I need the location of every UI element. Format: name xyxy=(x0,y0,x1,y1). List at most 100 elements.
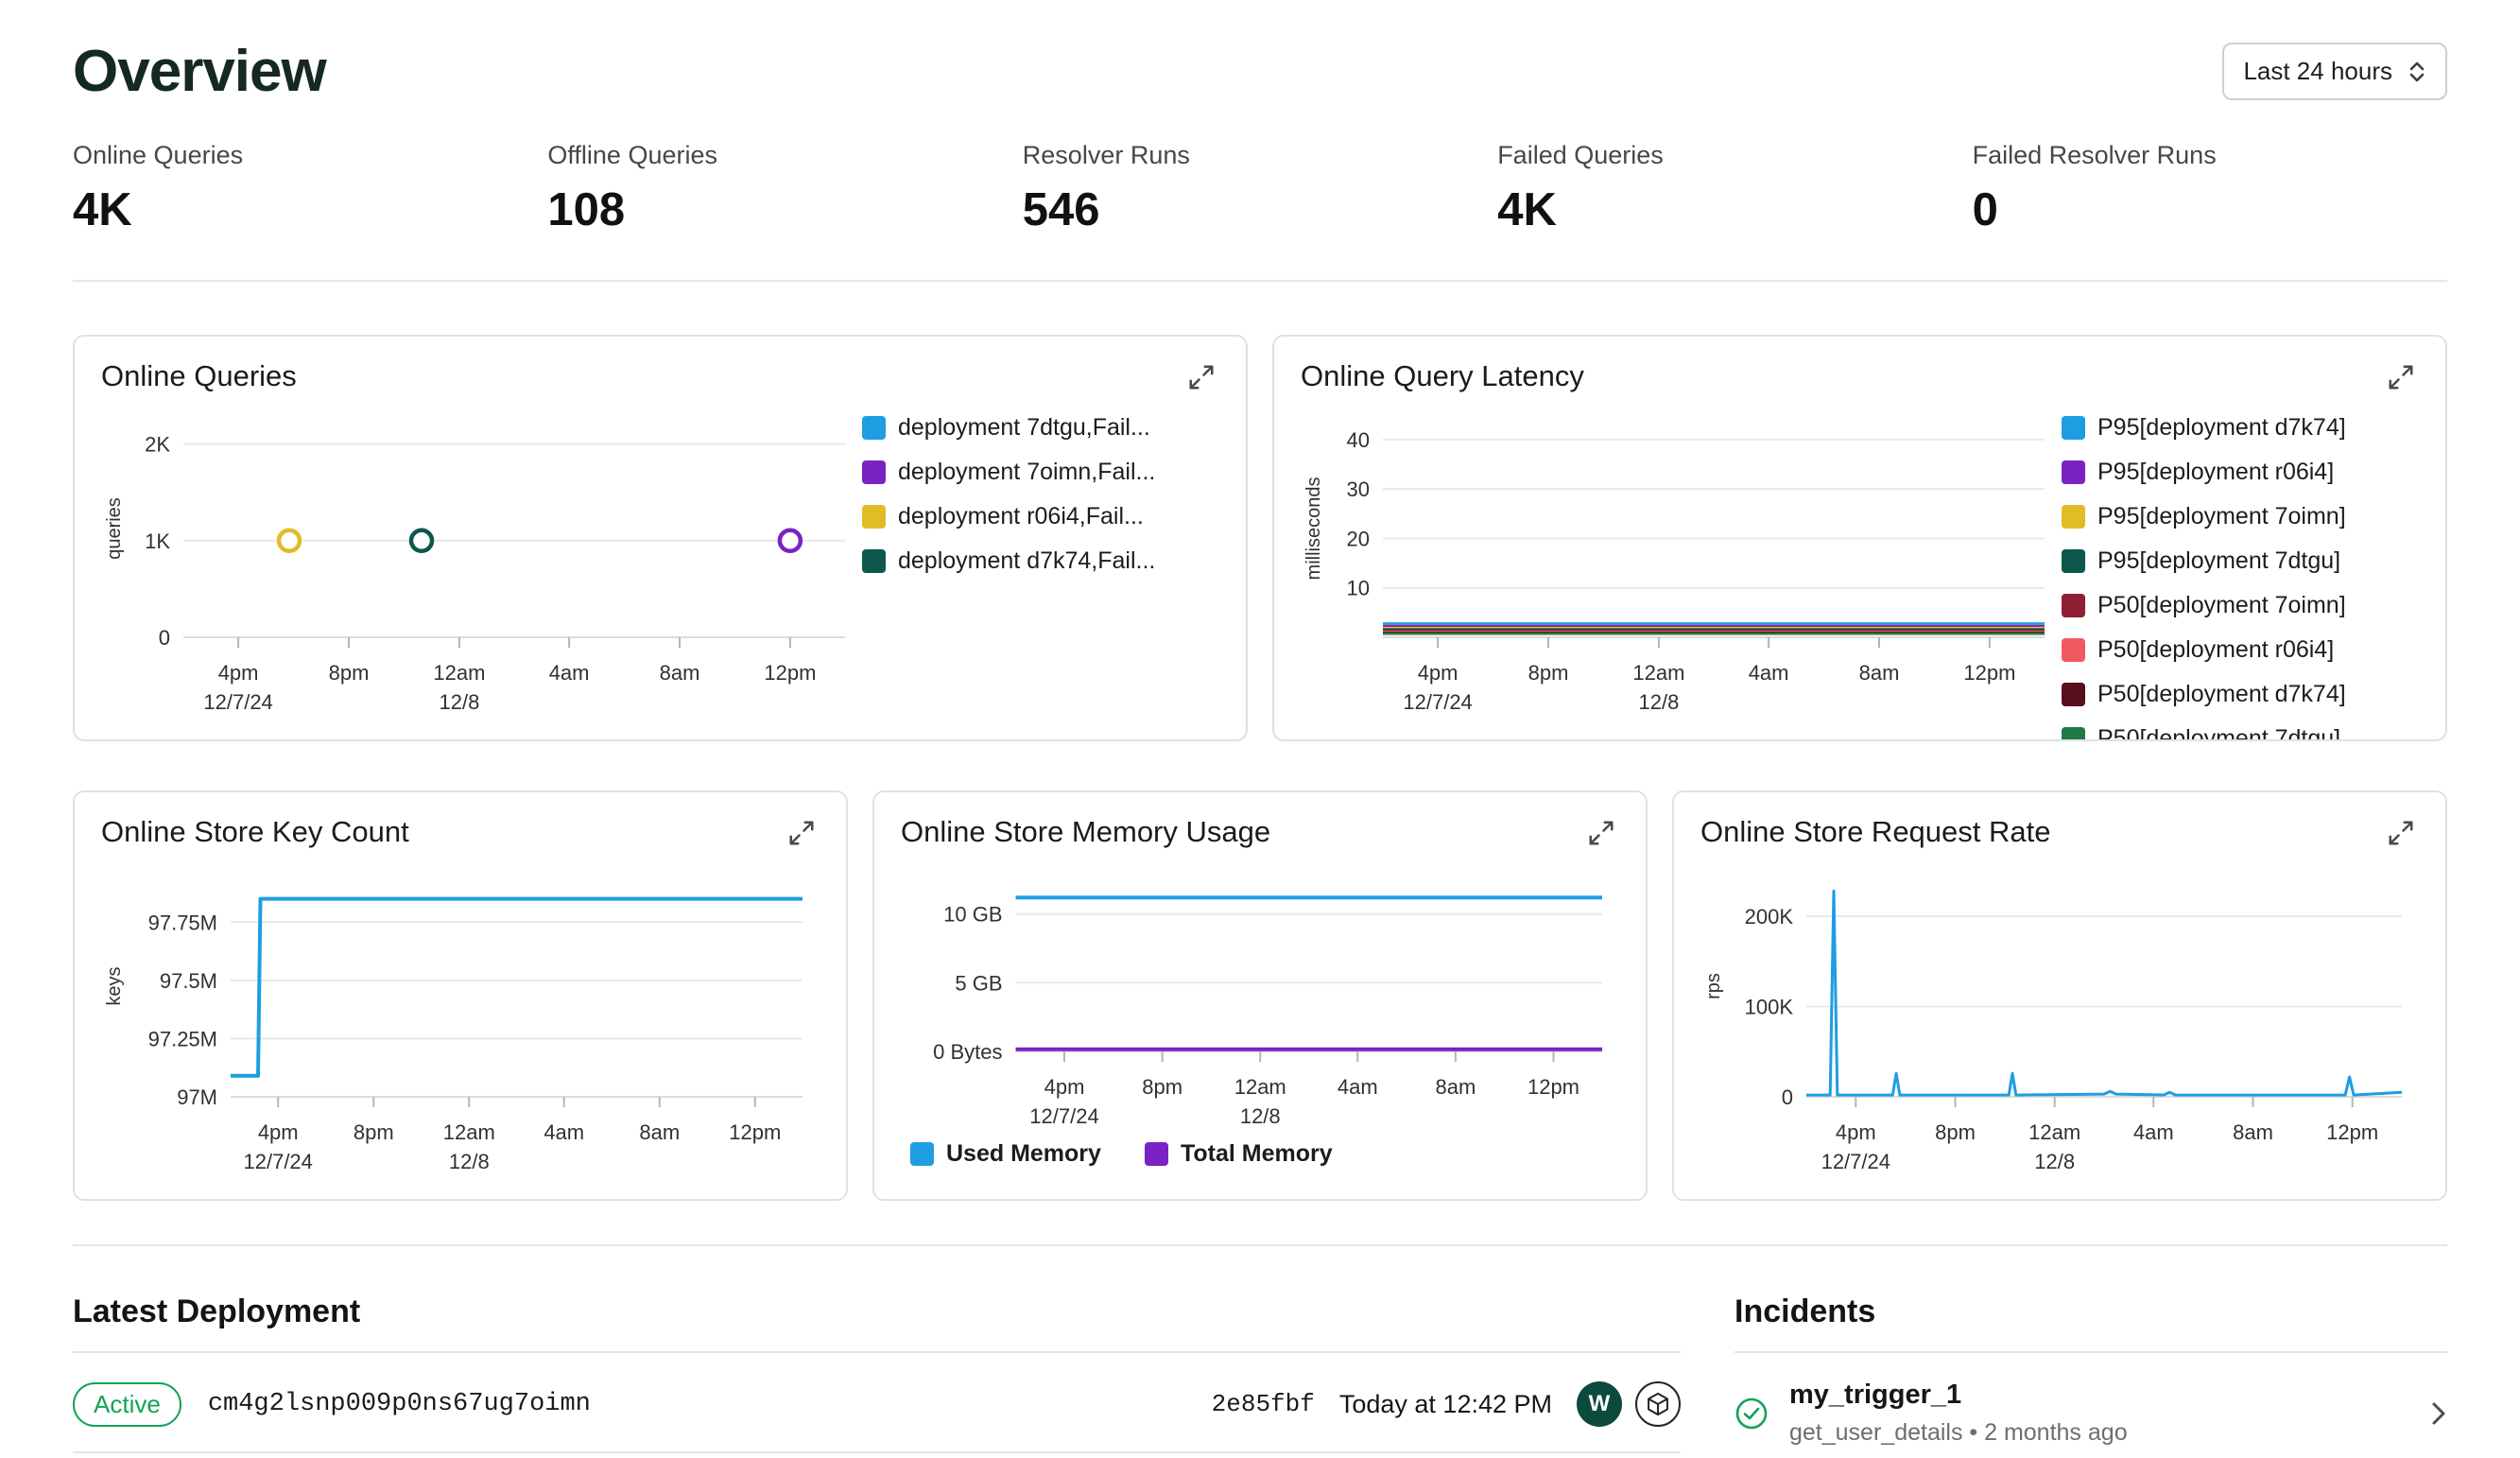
legend-swatch xyxy=(2062,549,2085,573)
legend-label: P50[deployment 7oimn] xyxy=(2097,592,2346,618)
svg-text:4am: 4am xyxy=(2133,1120,2174,1144)
chart-plot: 0 100K 200K 4pm 12/7/24 8pm 12am 12/8 4am 8am 12pm… xyxy=(1700,860,2419,1180)
legend-label: Used Memory xyxy=(946,1140,1101,1167)
incident-subtitle: get_user_details • 2 months ago xyxy=(1789,1419,2128,1446)
stat-value: 4K xyxy=(1497,184,1557,235)
stat-failed-queries: Failed Queries 4K xyxy=(1497,141,1972,236)
svg-text:8am: 8am xyxy=(639,1120,680,1144)
svg-text:12pm: 12pm xyxy=(729,1120,781,1144)
svg-text:97.5M: 97.5M xyxy=(160,969,217,993)
svg-text:200K: 200K xyxy=(1745,905,1794,929)
stat-label: Online Queries xyxy=(73,141,244,169)
svg-text:4pm: 4pm xyxy=(218,661,259,685)
legend-item: P50[deployment 7oimn] xyxy=(2062,592,2419,619)
svg-text:97.25M: 97.25M xyxy=(148,1027,217,1050)
svg-text:8am: 8am xyxy=(1435,1075,1476,1099)
legend-item: Total Memory xyxy=(1144,1140,1333,1168)
svg-text:12am: 12am xyxy=(433,661,485,685)
legend-label: P95[deployment d7k74] xyxy=(2097,414,2346,441)
online-store-memory-usage-chart: 0 Bytes 5 GB 10 GB 4pm 12/7/24 8pm 12am 12/8 4am… xyxy=(901,860,1619,1168)
svg-text:4am: 4am xyxy=(549,661,590,685)
check-circle-icon xyxy=(1735,1397,1768,1429)
online-store-key-count-card: Online Store Key Count 97M 97.25M 97.5M 97.… xyxy=(73,790,848,1201)
svg-text:20: 20 xyxy=(1347,527,1370,550)
svg-text:12/8: 12/8 xyxy=(2034,1150,2075,1173)
time-range-select[interactable]: Last 24 hours xyxy=(2222,43,2447,100)
latest-deployment-section: Latest Deployment Active cm4g2lsnp009p0n… xyxy=(73,1293,1681,1453)
svg-text:8pm: 8pm xyxy=(1142,1075,1182,1099)
chart-legend: P95[deployment d7k74] P95[deployment r06i… xyxy=(2062,405,2419,739)
stat-value: 108 xyxy=(547,184,626,235)
svg-text:12/7/24: 12/7/24 xyxy=(244,1150,313,1173)
svg-text:12pm: 12pm xyxy=(1528,1075,1579,1099)
svg-text:10 GB: 10 GB xyxy=(943,903,1002,927)
divider xyxy=(1735,1351,2447,1353)
legend-item: P95[deployment 7dtgu] xyxy=(2062,547,2419,575)
expand-chart-button[interactable] xyxy=(2383,359,2419,395)
svg-text:keys: keys xyxy=(104,966,125,1005)
legend-swatch xyxy=(2062,416,2085,440)
svg-text:queries: queries xyxy=(104,497,125,560)
svg-text:100K: 100K xyxy=(1745,995,1794,1018)
legend-swatch xyxy=(2062,460,2085,484)
topbar: Overview Last 24 hours xyxy=(73,0,2447,105)
svg-text:12pm: 12pm xyxy=(764,661,816,685)
legend-swatch xyxy=(2062,505,2085,529)
svg-text:4am: 4am xyxy=(1338,1075,1378,1099)
svg-text:8pm: 8pm xyxy=(354,1120,394,1144)
expand-chart-button[interactable] xyxy=(1183,359,1219,395)
svg-text:12pm: 12pm xyxy=(2326,1120,2378,1144)
divider xyxy=(73,280,2447,282)
chart-plot: 97M 97.25M 97.5M 97.75M 4pm 12/7/24 8pm 12am 12/… xyxy=(101,860,820,1180)
expand-chart-button[interactable] xyxy=(1583,815,1619,851)
svg-text:4pm: 4pm xyxy=(1418,661,1458,685)
chevron-right-icon[interactable] xyxy=(2430,1397,2447,1430)
stat-resolver-runs: Resolver Runs 546 xyxy=(1023,141,1497,236)
chart-title: Online Queries xyxy=(101,359,297,392)
expand-icon xyxy=(1589,821,1614,845)
chart-legend: deployment 7dtgu,Fail... deployment 7oimn… xyxy=(862,405,1219,720)
svg-text:8pm: 8pm xyxy=(1528,661,1569,685)
svg-text:1K: 1K xyxy=(145,529,170,553)
chart-plot: 10 20 30 40 4pm 12/7/24 8pm 12am 12/8 4am 8am 12pm m… xyxy=(1301,405,2062,720)
legend-swatch xyxy=(1144,1142,1168,1166)
legend-item: deployment 7dtgu,Fail... xyxy=(862,414,1219,442)
legend-label: Total Memory xyxy=(1180,1140,1333,1167)
chart-canvas: 0 1K 2K 4pm 12/7/24 8pm 12am 12/8 4am 8am 12pm quer… xyxy=(104,433,845,714)
stat-label: Failed Queries xyxy=(1497,141,1664,169)
stat-label: Offline Queries xyxy=(547,141,717,169)
legend-item: Used Memory xyxy=(910,1140,1101,1168)
svg-text:12/8: 12/8 xyxy=(1240,1104,1281,1128)
expand-chart-button[interactable] xyxy=(2383,815,2419,851)
expand-icon xyxy=(2389,365,2413,390)
stat-offline-queries: Offline Queries 108 xyxy=(547,141,1022,236)
time-range-label: Last 24 hours xyxy=(2243,57,2392,85)
legend-item: P50[deployment 7dtgu] xyxy=(2062,725,2419,739)
expand-chart-button[interactable] xyxy=(784,815,820,851)
chart-title: Online Store Key Count xyxy=(101,815,409,848)
svg-text:40: 40 xyxy=(1347,428,1370,452)
updown-chevron-icon xyxy=(2409,61,2425,81)
legend-swatch xyxy=(2062,683,2085,706)
expand-icon xyxy=(2389,821,2413,845)
legend-label: P95[deployment 7dtgu] xyxy=(2097,547,2341,574)
chart-canvas: 97M 97.25M 97.5M 97.75M 4pm 12/7/24 8pm 12am 12/… xyxy=(104,896,803,1173)
deployment-time: Today at 12:42 PM xyxy=(1338,1389,1552,1418)
chart-canvas: 0 Bytes 5 GB 10 GB 4pm 12/7/24 8pm 12am 12/8 4am… xyxy=(933,895,1602,1128)
online-store-memory-usage-card: Online Store Memory Usage 0 Bytes 5 GB 10 … xyxy=(872,790,1648,1201)
legend-swatch xyxy=(862,460,886,484)
status-badge: Active xyxy=(73,1381,181,1427)
svg-text:8pm: 8pm xyxy=(329,661,370,685)
svg-text:8am: 8am xyxy=(2233,1120,2273,1144)
overview-page: Overview Last 24 hours Online Queries 4K… xyxy=(0,0,2520,1458)
svg-text:4pm: 4pm xyxy=(1836,1120,1876,1144)
online-query-latency-card: Online Query Latency 10 20 30 40 4pm 12/7/24 8… xyxy=(1272,335,2447,741)
deployment-row[interactable]: Active cm4g2lsnp009p0ns67ug7oimn 2e85fbf… xyxy=(73,1353,1681,1453)
svg-text:8pm: 8pm xyxy=(1935,1120,1976,1144)
incident-row[interactable]: my_trigger_1 get_user_details • 2 months… xyxy=(1735,1380,2447,1447)
chart-plot: 0 1K 2K 4pm 12/7/24 8pm 12am 12/8 4am 8am 12pm quer… xyxy=(101,405,862,720)
package-icon xyxy=(1635,1381,1681,1427)
deployment-id: cm4g2lsnp009p0ns67ug7oimn xyxy=(207,1390,591,1418)
svg-text:4pm: 4pm xyxy=(258,1120,299,1144)
online-queries-chart: 0 1K 2K 4pm 12/7/24 8pm 12am 12/8 4am 8am 12pm quer… xyxy=(101,405,1219,720)
